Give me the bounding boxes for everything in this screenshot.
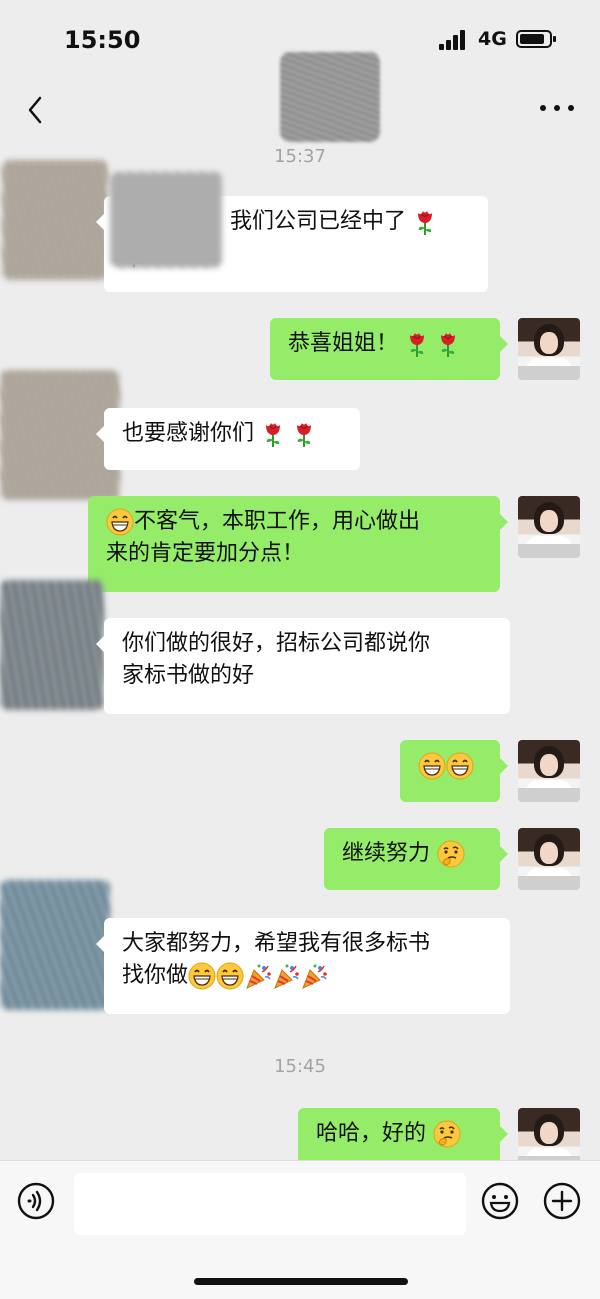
rose-emoji-icon xyxy=(405,330,429,358)
message-bubble-incoming[interactable]: 也要感谢你们 xyxy=(96,408,360,470)
grin-emoji-icon xyxy=(216,962,244,990)
rose-emoji-icon xyxy=(292,420,316,448)
nav-bar xyxy=(0,52,600,142)
plus-icon[interactable] xyxy=(542,1181,582,1221)
message-input[interactable] xyxy=(74,1173,466,1235)
network-label: 4G xyxy=(478,28,507,50)
avatar-redacted xyxy=(2,160,108,280)
thinking-emoji-icon xyxy=(433,1120,461,1148)
smiley-icon[interactable] xyxy=(480,1181,520,1221)
message-text: 继续努力 xyxy=(342,841,431,866)
rose-emoji-icon xyxy=(436,330,460,358)
message-bubble-outgoing[interactable]: 继续努力 xyxy=(324,828,508,890)
signal-icon xyxy=(439,30,467,50)
message-bubble-outgoing[interactable]: 恭喜姐姐！ xyxy=(270,318,508,380)
message-bubble-incoming[interactable]: 大家都努力，希望我有很多标书 找你做 xyxy=(96,918,510,1014)
avatar-redacted xyxy=(0,580,104,710)
status-time: 15:50 xyxy=(64,26,141,54)
rose-emoji-icon xyxy=(261,420,285,448)
avatar[interactable] xyxy=(518,496,580,558)
chevron-left-icon[interactable] xyxy=(18,86,62,130)
message-text-line2: 来的肯定要加分点！ xyxy=(106,541,305,566)
input-bar xyxy=(0,1160,600,1299)
rose-emoji-icon xyxy=(413,208,437,236)
message-text: 我们公司已经中了 xyxy=(230,209,407,234)
avatar[interactable] xyxy=(518,828,580,890)
grin-emoji-icon xyxy=(418,752,446,780)
timestamp: 15:45 xyxy=(274,1056,326,1077)
message-text-line2: 找你做 xyxy=(122,963,189,988)
party-emoji-icon xyxy=(272,962,300,990)
grin-emoji-icon xyxy=(188,962,216,990)
voice-icon[interactable] xyxy=(16,1181,56,1221)
redacted-text-block xyxy=(110,172,222,268)
grin-emoji-icon xyxy=(106,508,134,536)
avatar[interactable] xyxy=(518,318,580,380)
message-text-line1: 大家都努力，希望我有很多标书 xyxy=(122,931,431,956)
message-text-line1: 你们做的很好，招标公司都说你 xyxy=(122,631,431,656)
message-text-line2: 家标书做的好 xyxy=(122,663,255,688)
home-indicator xyxy=(194,1278,408,1285)
more-dots-icon[interactable] xyxy=(538,98,578,118)
message-text: 哈哈，好的 xyxy=(316,1121,427,1146)
thinking-emoji-icon xyxy=(437,840,465,868)
contact-name-redacted xyxy=(280,52,380,142)
message-text-line1: 不客气，本职工作，用心做出 xyxy=(134,509,421,534)
avatar[interactable] xyxy=(518,740,580,802)
party-emoji-icon xyxy=(244,962,272,990)
grin-emoji-icon xyxy=(446,752,474,780)
message-bubble-outgoing[interactable]: 不客气，本职工作，用心做出 来的肯定要加分点！ xyxy=(88,496,508,592)
message-bubble-outgoing[interactable] xyxy=(400,740,508,802)
message-text: 也要感谢你们 xyxy=(122,421,255,446)
message-text: 恭喜姐姐！ xyxy=(288,331,399,356)
battery-icon xyxy=(516,30,556,48)
party-emoji-icon xyxy=(300,962,328,990)
message-bubble-incoming[interactable]: 你们做的很好，招标公司都说你 家标书做的好 xyxy=(96,618,510,714)
avatar-redacted xyxy=(0,880,110,1010)
